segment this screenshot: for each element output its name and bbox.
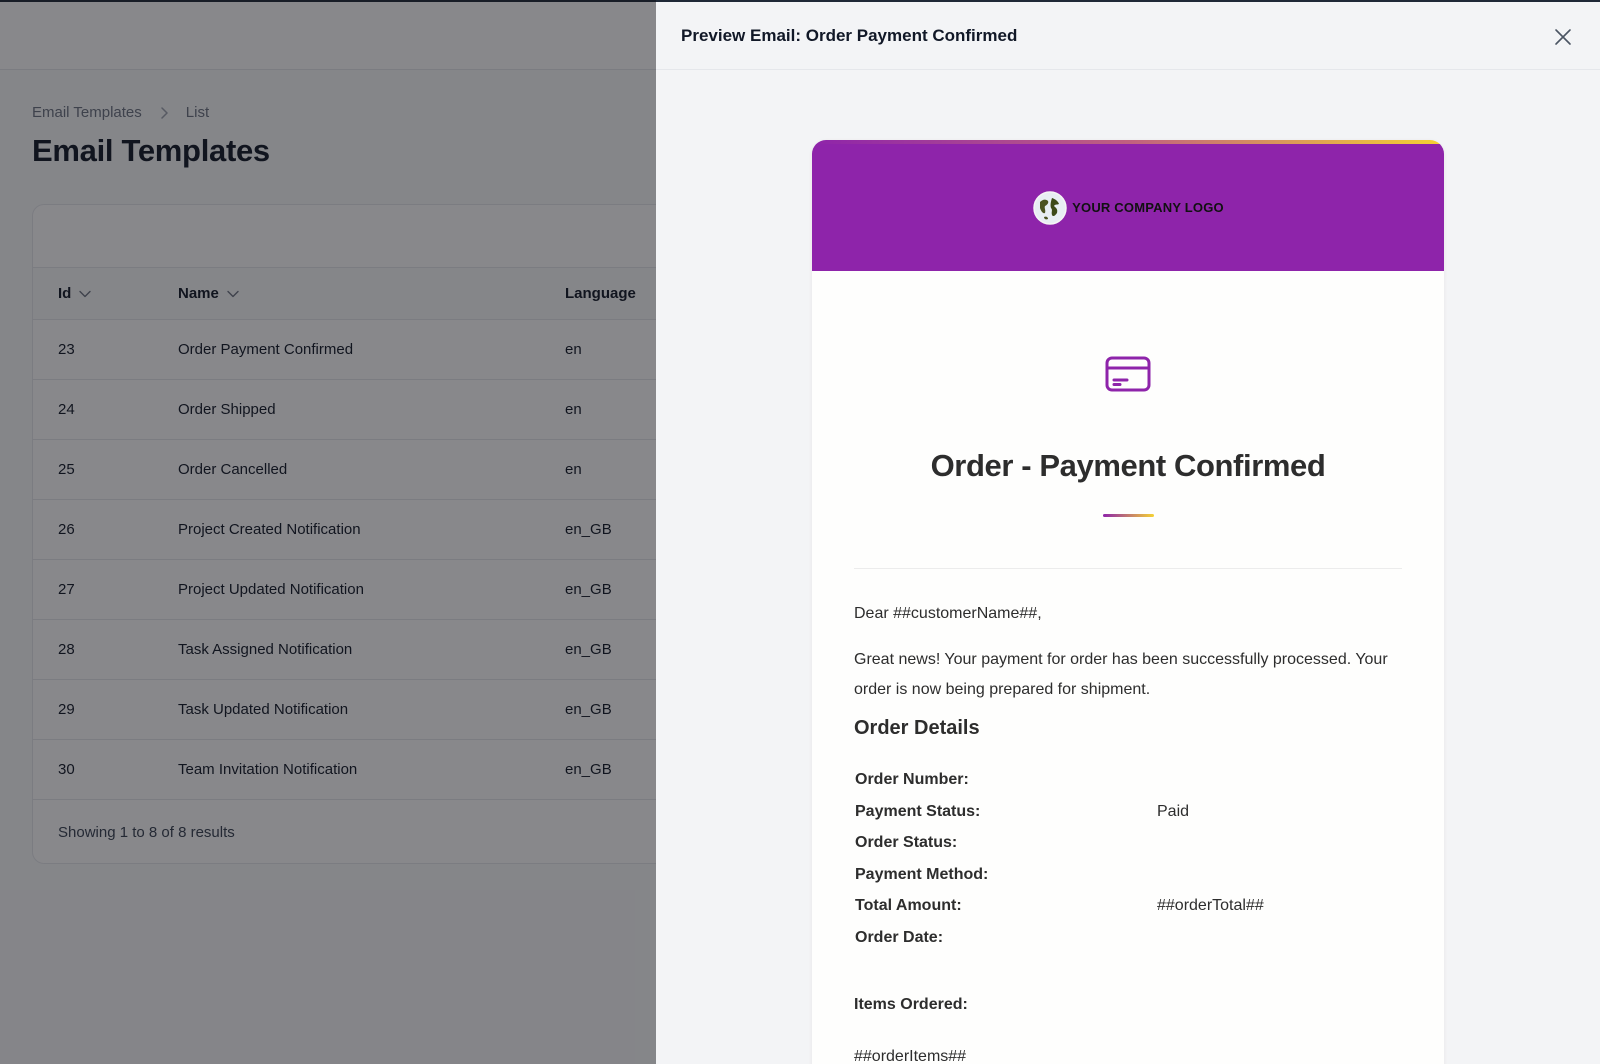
detail-row-order-number: Order Number: <box>855 766 1415 798</box>
detail-label: Payment Status: <box>855 802 981 820</box>
detail-value: ##orderTotal## <box>1157 897 1264 915</box>
items-ordered-value: ##orderItems## <box>854 1048 967 1064</box>
detail-label: Order Date: <box>855 928 944 946</box>
email-message: Great news! Your payment for order has b… <box>854 651 1388 698</box>
logo-text: YOUR COMPANY LOGO <box>1072 200 1224 215</box>
order-details-table: Order Number: Payment Status: Paid Order… <box>855 766 1415 956</box>
email-preview: YOUR COMPANY LOGO Order - Payment Confir… <box>812 140 1444 1064</box>
items-ordered-heading: Items Ordered: <box>854 996 968 1013</box>
detail-label: Order Number: <box>855 771 969 788</box>
detail-value: Paid <box>1157 802 1190 820</box>
email-title: Order - Payment Confirmed <box>930 448 1326 483</box>
close-icon <box>1555 29 1571 45</box>
detail-row-order-date: Order Date: <box>855 924 1415 956</box>
detail-row-payment-method: Payment Method: <box>855 861 1415 893</box>
globe-icon <box>1033 190 1067 225</box>
detail-label: Payment Method: <box>855 865 989 883</box>
credit-card-icon <box>1105 356 1151 392</box>
email-divider <box>854 568 1402 569</box>
email-preview-panel: Preview Email: Order Payment Confirmed Y… <box>656 0 1600 1064</box>
email-greeting: Dear ##customerName##, <box>854 605 1042 622</box>
detail-row-total-amount: Total Amount: ##orderTotal## <box>855 892 1415 924</box>
order-details-heading: Order Details <box>854 717 980 739</box>
panel-title: Preview Email: Order Payment Confirmed <box>681 26 1018 45</box>
detail-row-order-status: Order Status: <box>855 829 1415 861</box>
close-button[interactable] <box>1552 26 1574 48</box>
detail-row-payment-status: Payment Status: Paid <box>855 798 1415 830</box>
panel-header: Preview Email: Order Payment Confirmed <box>656 2 1600 70</box>
email-header: YOUR COMPANY LOGO <box>812 144 1444 271</box>
company-logo: YOUR COMPANY LOGO <box>1032 190 1224 226</box>
detail-label: Order Status: <box>855 834 958 852</box>
title-underline <box>1103 514 1154 517</box>
detail-label: Total Amount: <box>855 897 962 915</box>
